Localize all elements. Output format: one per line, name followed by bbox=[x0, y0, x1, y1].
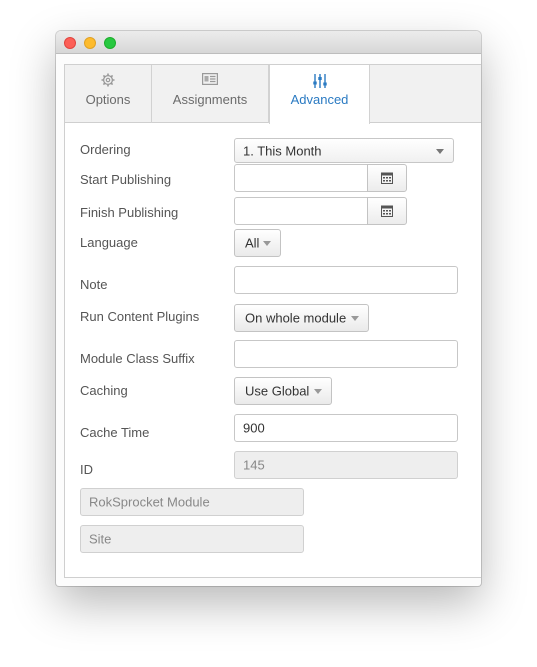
language-value: All bbox=[245, 235, 260, 251]
note-input[interactable] bbox=[234, 266, 458, 294]
start-publishing-calendar-button[interactable] bbox=[367, 164, 407, 192]
chevron-down-icon bbox=[351, 316, 359, 321]
module-settings-window: Options Assignments Advanced Ordering 1.… bbox=[56, 31, 481, 586]
chevron-down-icon bbox=[263, 241, 271, 246]
tab-options-label: Options bbox=[85, 92, 131, 107]
run-content-plugins-select[interactable]: On whole module bbox=[234, 304, 369, 332]
run-content-plugins-value: On whole module bbox=[245, 310, 347, 326]
language-select[interactable]: All bbox=[234, 229, 281, 257]
finish-publishing-calendar-button[interactable] bbox=[367, 197, 407, 225]
layout-icon bbox=[202, 73, 218, 85]
id-label: ID bbox=[80, 462, 93, 477]
run-content-plugins-label: Run Content Plugins bbox=[80, 309, 200, 324]
start-publishing-input[interactable] bbox=[234, 164, 368, 192]
cache-time-value: 900 bbox=[243, 420, 265, 436]
tab-advanced-label: Advanced bbox=[290, 92, 349, 107]
ordering-label: Ordering bbox=[80, 142, 131, 157]
calendar-icon bbox=[381, 205, 393, 217]
language-label: Language bbox=[80, 235, 138, 250]
cache-time-label: Cache Time bbox=[80, 425, 150, 440]
tab-assignments[interactable]: Assignments bbox=[152, 65, 269, 123]
note-label: Note bbox=[80, 277, 108, 292]
tab-bar: Options Assignments Advanced bbox=[65, 65, 481, 124]
sliders-icon bbox=[312, 74, 327, 88]
module-type-value: RokSprocket Module bbox=[89, 494, 210, 510]
maximize-window-button[interactable] bbox=[104, 37, 116, 49]
id-field: 145 bbox=[234, 451, 458, 479]
chevron-down-icon bbox=[436, 148, 444, 154]
cache-time-input[interactable]: 900 bbox=[234, 414, 458, 442]
chevron-down-icon bbox=[314, 389, 322, 394]
id-value: 145 bbox=[243, 457, 265, 473]
tab-advanced[interactable]: Advanced bbox=[269, 65, 370, 124]
caching-label: Caching bbox=[80, 383, 128, 398]
module-type-field: RokSprocket Module bbox=[80, 488, 304, 516]
client-value: Site bbox=[89, 531, 112, 547]
minimize-window-button[interactable] bbox=[84, 37, 96, 49]
module-class-suffix-input[interactable] bbox=[234, 340, 458, 368]
tab-assignments-label: Assignments bbox=[172, 92, 248, 107]
tab-options[interactable]: Options bbox=[65, 65, 152, 123]
finish-publishing-input[interactable] bbox=[234, 197, 368, 225]
finish-publishing-label: Finish Publishing bbox=[80, 205, 179, 220]
close-window-button[interactable] bbox=[64, 37, 76, 49]
caching-select[interactable]: Use Global bbox=[234, 377, 332, 405]
client-field: Site bbox=[80, 525, 304, 553]
calendar-icon bbox=[381, 172, 393, 184]
settings-panel: Options Assignments Advanced Ordering 1.… bbox=[64, 64, 481, 578]
caching-value: Use Global bbox=[245, 383, 310, 399]
gear-icon bbox=[101, 73, 115, 87]
title-bar bbox=[56, 31, 481, 54]
ordering-select[interactable]: 1. This Month bbox=[234, 138, 454, 163]
ordering-value: 1. This Month bbox=[243, 143, 322, 158]
module-class-suffix-label: Module Class Suffix bbox=[80, 351, 195, 366]
start-publishing-label: Start Publishing bbox=[80, 172, 172, 187]
